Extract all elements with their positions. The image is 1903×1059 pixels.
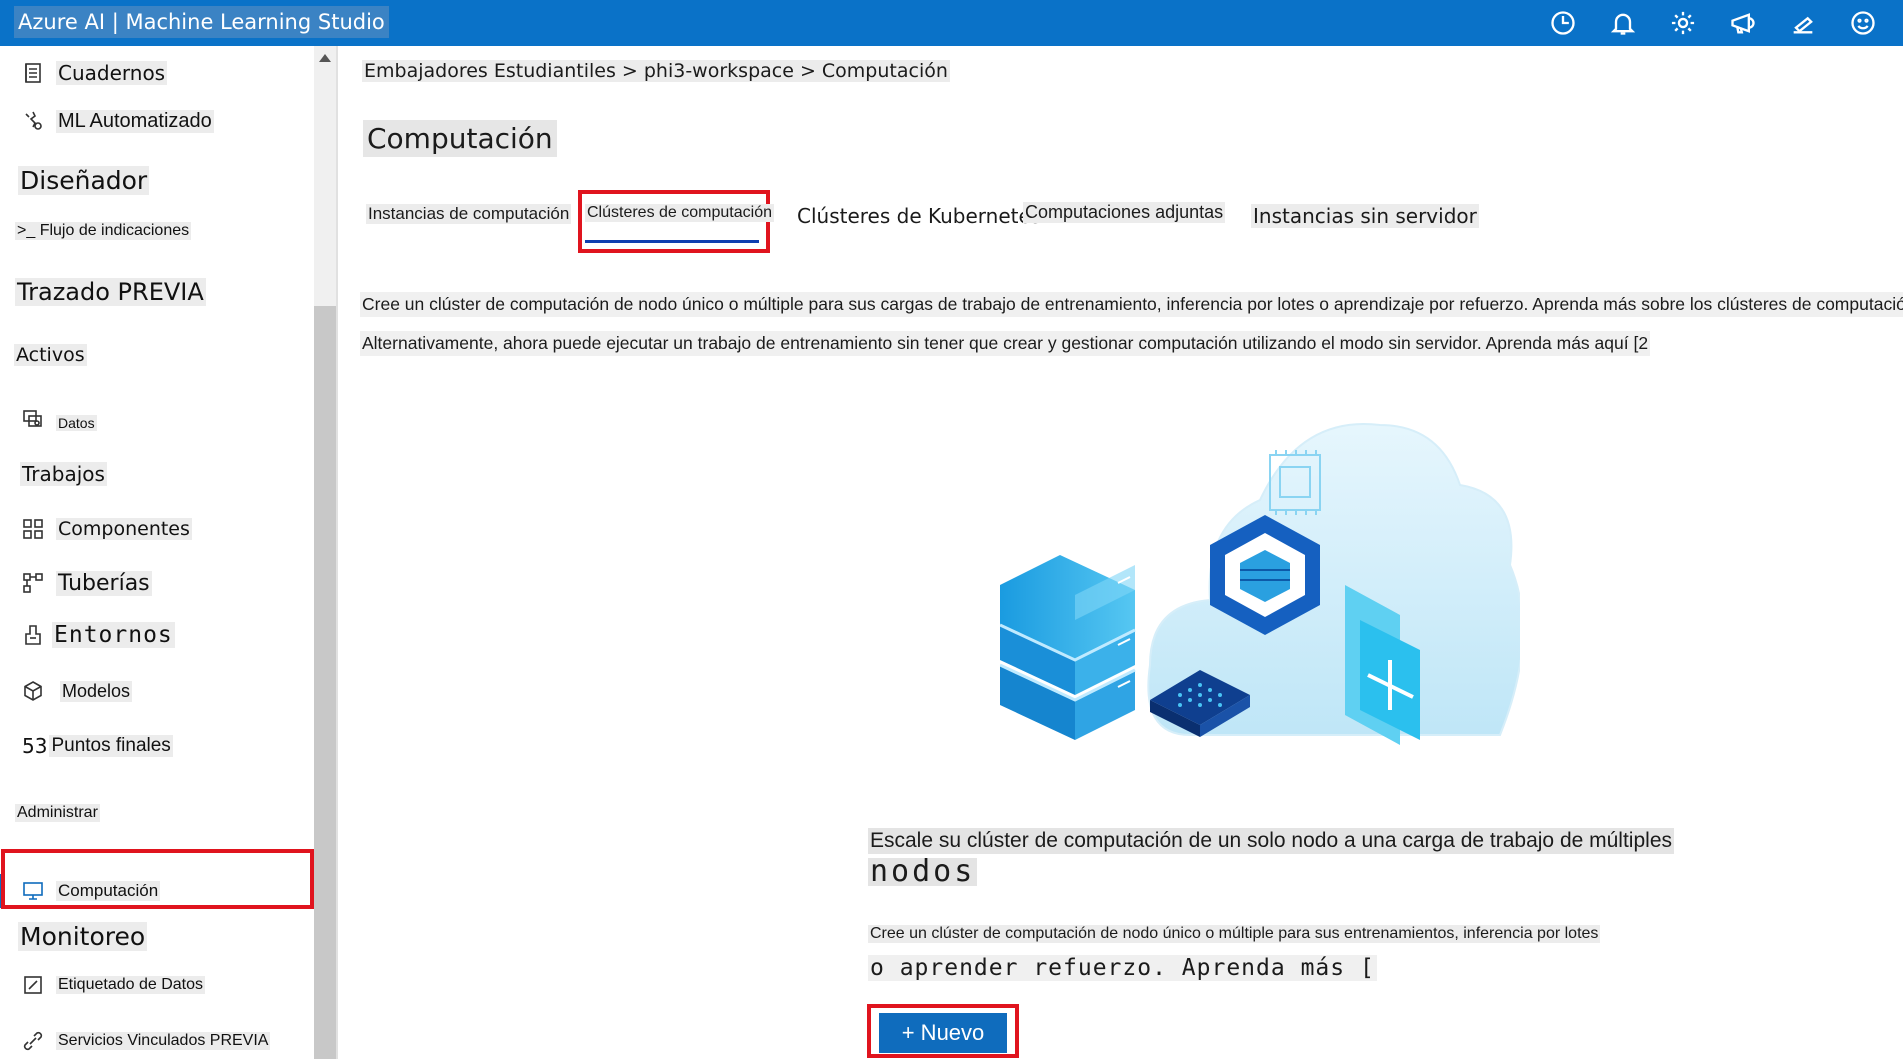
linked-services-icon (20, 1028, 46, 1054)
sidebar-section-monitoring: Monitoreo (18, 922, 148, 951)
tab-active-underline (585, 240, 759, 243)
description-line-1: Cree un clúster de computación de nodo ú… (360, 292, 1903, 317)
empty-state-description: Cree un clúster de computación de nodo ú… (868, 925, 1601, 943)
sidebar-item-notebooks[interactable]: Cuadernos (0, 60, 168, 86)
tab-compute-instances[interactable]: Instancias de computación (366, 204, 572, 224)
divider (336, 46, 338, 1059)
sidebar-item-label: Cuadernos (56, 61, 168, 85)
empty-state-title-continued: nodos (868, 854, 978, 889)
sidebar-item-jobs[interactable]: Trabajos (20, 462, 107, 486)
sidebar-item-label: Entornos (52, 622, 175, 648)
page-title: Computación (363, 120, 557, 157)
sidebar-item-automl[interactable]: ML Automatizado (0, 108, 214, 134)
sidebar-item-designer[interactable]: Diseñador (18, 166, 150, 195)
empty-state-description-continued: o aprender refuerzo. Aprenda más [ (868, 955, 1377, 981)
sidebar-item-label: Componentes (56, 518, 192, 540)
sidebar-item-label: Modelos (60, 680, 133, 702)
compute-highlight (1, 849, 314, 909)
sidebar-item-label: Puntos finales (49, 735, 173, 757)
scroll-up-icon[interactable] (319, 54, 331, 62)
model-icon (20, 678, 46, 704)
breadcrumb[interactable]: Embajadores Estudiantiles > phi3-workspa… (362, 60, 950, 82)
megaphone-icon[interactable] (1713, 0, 1773, 46)
new-compute-button[interactable]: + Nuevo (879, 1013, 1007, 1053)
top-bar: Azure AI | Machine Learning Studio (0, 0, 1903, 46)
tab-compute-clusters[interactable]: Clústeres de computación (585, 204, 774, 222)
app-title[interactable]: Azure AI | Machine Learning Studio (14, 6, 389, 38)
sidebar-item-endpoints[interactable]: 53 Puntos finales (0, 734, 173, 758)
description-line-2: Alternativamente, ahora puede ejecutar u… (360, 331, 1651, 356)
labeling-icon (20, 972, 46, 998)
sidebar-item-label: Servicios Vinculados PREVIA (56, 1032, 271, 1050)
gear-icon[interactable] (1653, 0, 1713, 46)
scrollbar-thumb[interactable] (314, 306, 336, 1059)
tab-kubernetes-clusters[interactable]: Clústeres de Kubernetes (795, 204, 1044, 228)
sidebar-item-pipelines[interactable]: Tuberías (0, 570, 152, 596)
sidebar-item-label: Tuberías (56, 570, 152, 596)
sidebar-section-manage: Administrar (15, 804, 100, 822)
sidebar-item-label: Datos (56, 415, 97, 431)
sidebar-item-data-labeling[interactable]: Etiquetado de Datos (0, 972, 205, 998)
sidebar-section-assets: Activos (14, 344, 87, 366)
clock-icon[interactable] (1533, 0, 1593, 46)
automl-icon (20, 108, 46, 134)
environment-icon (20, 622, 46, 648)
endpoint-icon: 53 (20, 734, 50, 758)
data-icon (20, 406, 46, 432)
notebook-icon (20, 60, 46, 86)
sidebar-item-label: Etiquetado de Datos (56, 976, 205, 994)
tab-attached-computes[interactable]: Computaciones adjuntas (1023, 202, 1226, 223)
top-bar-actions (1533, 0, 1893, 46)
sidebar-item-environments[interactable]: Entornos (0, 622, 175, 648)
tab-serverless-instances[interactable]: Instancias sin servidor (1251, 204, 1479, 228)
sidebar-item-label: ML Automatizado (56, 109, 214, 133)
sidebar-item-prompt-flow[interactable]: >_ Flujo de indicaciones (15, 222, 192, 240)
bell-icon[interactable] (1593, 0, 1653, 46)
compute-cluster-illustration (999, 405, 1524, 760)
empty-state-title: Escale su clúster de computación de un s… (868, 828, 1674, 854)
sidebar-item-models[interactable]: Modelos (0, 678, 133, 704)
sidebar-item-data[interactable]: Datos (0, 406, 97, 432)
sidebar-scrollbar[interactable] (314, 46, 336, 1059)
smiley-icon[interactable] (1833, 0, 1893, 46)
components-icon (20, 516, 46, 542)
pipeline-icon (20, 570, 46, 596)
sidebar-item-tracing[interactable]: Trazado PREVIA (15, 278, 206, 306)
feedback-icon[interactable] (1773, 0, 1833, 46)
sidebar-item-linked-services[interactable]: Servicios Vinculados PREVIA (0, 1028, 271, 1054)
sidebar-item-components[interactable]: Componentes (0, 516, 192, 542)
